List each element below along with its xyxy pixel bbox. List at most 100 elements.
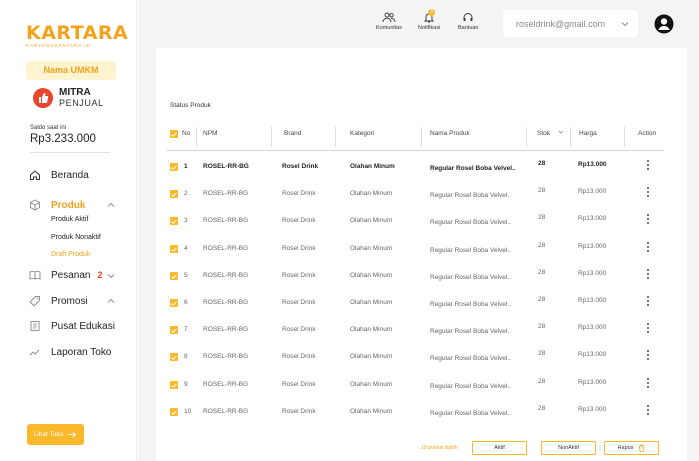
row-checkbox[interactable] — [170, 272, 178, 280]
cell-kategori: Olahan Minum — [350, 326, 393, 333]
row-action-kebab-icon[interactable] — [647, 378, 650, 390]
notifikasi-button[interactable]: Notifikasi 3 — [418, 9, 440, 31]
cell-npm: ROSEL-RR-BG — [203, 408, 249, 415]
cell-brand: Rosel Drink — [282, 245, 316, 252]
cell-no: 4 — [184, 245, 188, 252]
column-separator — [335, 127, 336, 147]
cell-nama-produk: Regular Rosel Boba Velvel.. — [430, 165, 516, 172]
column-separator — [196, 127, 197, 147]
check-icon — [171, 191, 177, 197]
column-header-nama-produk[interactable]: Nama Produk — [430, 129, 470, 143]
check-icon — [171, 327, 177, 333]
row-checkbox[interactable] — [170, 163, 178, 171]
bantuan-button[interactable]: Bantuan — [458, 12, 479, 31]
nav-pesanan-label: Pesanan — [51, 269, 91, 281]
check-icon — [171, 273, 177, 279]
cell-brand: Rosel Drink — [282, 326, 316, 333]
column-separator — [570, 127, 571, 147]
row-checkbox[interactable] — [170, 217, 178, 225]
chevron-up-icon[interactable] — [106, 200, 116, 210]
column-header-npm[interactable]: NPM — [203, 129, 217, 143]
edu-icon — [29, 320, 41, 332]
row-checkbox[interactable] — [170, 299, 178, 307]
check-icon — [171, 382, 177, 388]
row-checkbox[interactable] — [170, 326, 178, 334]
column-header-stok[interactable]: Stok — [537, 129, 564, 143]
chevron-down-icon[interactable] — [106, 271, 116, 281]
chart-icon — [29, 346, 41, 358]
cell-no: 8 — [184, 353, 188, 360]
row-action-kebab-icon[interactable] — [647, 160, 650, 172]
nav-produk-aktif[interactable]: Produk Aktif — [51, 216, 88, 223]
cell-stok: 28 — [538, 350, 546, 357]
notif-count-badge: 3 — [428, 9, 435, 16]
cell-kategori: Olahan Minum — [350, 163, 395, 170]
chevron-up-icon[interactable] — [106, 296, 116, 306]
cell-kategori: Olahan Minum — [350, 190, 393, 197]
cell-stok: 28 — [538, 323, 546, 330]
user-icon[interactable] — [654, 14, 674, 34]
row-action-kebab-icon[interactable] — [647, 296, 650, 308]
brand-logo[interactable]: KARTARA KARYANUSANTARA.ID — [26, 22, 129, 49]
nav-produk[interactable]: Produk — [29, 199, 85, 211]
select-all-checkbox[interactable] — [170, 130, 178, 138]
nav-draft-produk[interactable]: Draft Produk — [51, 251, 90, 258]
aktif-button[interactable]: Aktif — [472, 441, 527, 455]
arrow-right-icon — [68, 431, 77, 438]
column-separator — [526, 127, 527, 147]
check-icon — [171, 164, 177, 170]
column-header-no[interactable]: No — [182, 129, 190, 143]
nav-laporan-toko[interactable]: Laporan Toko — [29, 346, 111, 358]
row-action-kebab-icon[interactable] — [647, 214, 650, 226]
row-action-kebab-icon[interactable] — [647, 187, 650, 199]
nav-pusat-edukasi[interactable]: Pusat Edukasi — [29, 320, 115, 332]
check-icon — [171, 131, 177, 137]
check-icon — [171, 354, 177, 360]
cell-npm: ROSEL-RR-BG — [203, 217, 249, 224]
cell-stok: 28 — [538, 214, 546, 221]
nonaktif-button[interactable]: NonAktif — [541, 441, 596, 455]
cell-harga: Rp13.000 — [578, 379, 607, 386]
cell-kategori: Olahan Minum — [350, 408, 393, 415]
nav-produk-nonaktif[interactable]: Produk Nonaktif — [51, 234, 101, 241]
cell-stok: 28 — [538, 160, 546, 167]
row-action-kebab-icon[interactable] — [647, 350, 650, 362]
column-header-kategori[interactable]: Kategori — [350, 129, 374, 143]
cell-npm: ROSEL-RR-BG — [203, 326, 249, 333]
row-action-kebab-icon[interactable] — [647, 405, 650, 417]
row-action-kebab-icon[interactable] — [647, 269, 650, 281]
sort-icon — [558, 130, 564, 134]
lihat-toko-button[interactable]: Lihat Toko — [27, 424, 84, 445]
column-header-brand[interactable]: Brand — [284, 129, 301, 143]
cell-nama-produk: Regular Rosel Boba Velvel.. — [430, 274, 511, 281]
row-action-kebab-icon[interactable] — [647, 323, 650, 335]
row-action-kebab-icon[interactable] — [647, 242, 650, 254]
cell-no: 5 — [184, 272, 188, 279]
cell-stok: 28 — [538, 405, 546, 412]
row-checkbox[interactable] — [170, 245, 178, 253]
brand-name: KARTARA — [26, 22, 129, 44]
row-checkbox[interactable] — [170, 190, 178, 198]
headset-icon — [463, 13, 473, 21]
cell-harga: Rp13.000 — [578, 270, 607, 277]
cell-stok: 28 — [538, 187, 546, 194]
nav-beranda[interactable]: Beranda — [29, 169, 89, 181]
komunitas-button[interactable]: Komunitas — [376, 12, 402, 31]
column-header-harga[interactable]: Harga — [579, 129, 597, 143]
account-dropdown[interactable]: roseldrink@gmail.com — [503, 10, 638, 37]
cell-npm: ROSEL-RR-BG — [203, 299, 249, 306]
umkm-name-badge: Nama UMKM — [26, 61, 116, 80]
nav-pesanan[interactable]: Pesanan 2 — [29, 269, 103, 281]
nav-promosi[interactable]: Promosi — [29, 295, 88, 307]
column-separator — [271, 127, 272, 147]
cell-harga: Rp13.000 — [578, 324, 607, 331]
nonaktif-label: NonAktif — [558, 445, 579, 451]
account-email: roseldrink@gmail.com — [516, 18, 606, 29]
row-checkbox[interactable] — [170, 381, 178, 389]
cell-nama-produk: Regular Rosel Boba Velvel.. — [430, 328, 511, 335]
mitra-title: MITRA — [59, 87, 91, 98]
stok-header-label: Stok — [537, 130, 551, 137]
hapus-button[interactable]: Hapus — [604, 441, 659, 455]
row-checkbox[interactable] — [170, 353, 178, 361]
row-checkbox[interactable] — [170, 408, 178, 416]
